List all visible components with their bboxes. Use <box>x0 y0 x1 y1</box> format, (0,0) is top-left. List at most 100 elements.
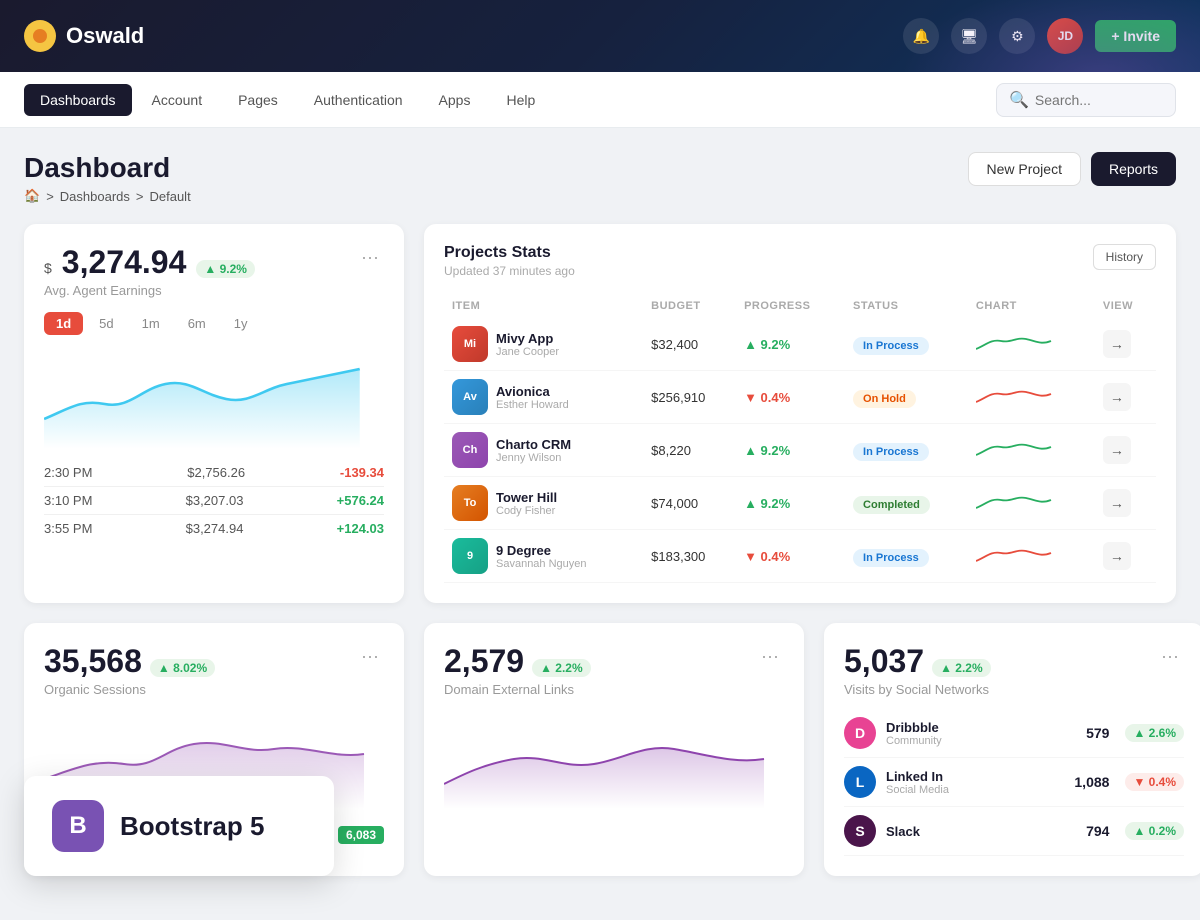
filter-1y[interactable]: 1y <box>222 312 260 335</box>
social-count-0: 579 <box>1086 725 1109 741</box>
page-title: Dashboard <box>24 152 191 184</box>
project-name-2: Charto CRM <box>496 437 571 452</box>
project-view-2[interactable]: → <box>1095 424 1156 477</box>
bootstrap-icon: B <box>52 800 104 852</box>
avatar[interactable]: JD <box>1047 18 1083 54</box>
organic-header: 35,568 ▲ 8.02% Organic Sessions ⋯ <box>44 643 384 697</box>
logo-inner-circle <box>33 29 47 43</box>
project-chart-0 <box>968 318 1095 371</box>
social-more-button[interactable]: ⋯ <box>1156 643 1184 671</box>
earnings-more-button[interactable]: ⋯ <box>356 244 384 272</box>
filter-1d[interactable]: 1d <box>44 312 83 335</box>
project-name-1: Avionica <box>496 384 569 399</box>
country-value: 6,083 <box>338 826 384 844</box>
project-arrow-3[interactable]: → <box>1103 489 1131 517</box>
col-status: STATUS <box>845 294 968 318</box>
project-arrow-4[interactable]: → <box>1103 542 1131 570</box>
time-filters: 1d 5d 1m 6m 1y <box>44 312 384 335</box>
project-arrow-2[interactable]: → <box>1103 436 1131 464</box>
project-user-2: Jenny Wilson <box>496 452 571 464</box>
social-info-2: Slack <box>886 824 1076 839</box>
organic-more-button[interactable]: ⋯ <box>356 643 384 671</box>
domain-more-button[interactable]: ⋯ <box>756 643 784 671</box>
domain-value: 2,579 <box>444 643 524 680</box>
project-name-4: 9 Degree <box>496 543 587 558</box>
nav-item-help[interactable]: Help <box>490 84 551 116</box>
filter-1m[interactable]: 1m <box>130 312 172 335</box>
social-items-list: D Dribbble Community 579 ▲ 2.6% L Linked… <box>844 709 1184 856</box>
amount-row: $ 3,274.94 ▲ 9.2% <box>44 244 255 281</box>
history-button[interactable]: History <box>1093 244 1156 270</box>
nav-item-apps[interactable]: Apps <box>423 84 487 116</box>
domain-badge: ▲ 2.2% <box>532 659 591 677</box>
logo: Oswald <box>24 20 144 52</box>
earnings-amount: 3,274.94 <box>62 244 187 281</box>
project-budget-2: $8,220 <box>643 424 736 477</box>
project-view-3[interactable]: → <box>1095 477 1156 530</box>
search-icon: 🔍 <box>1009 90 1029 110</box>
project-view-1[interactable]: → <box>1095 371 1156 424</box>
social-badge: ▲ 2.2% <box>932 659 991 677</box>
project-view-0[interactable]: → <box>1095 318 1156 371</box>
domain-card: 2,579 ▲ 2.2% Domain External Links ⋯ <box>424 623 804 876</box>
domain-header: 2,579 ▲ 2.2% Domain External Links ⋯ <box>444 643 784 697</box>
project-view-4[interactable]: → <box>1095 530 1156 583</box>
social-name-1: Linked In <box>886 769 1064 784</box>
nav-item-pages[interactable]: Pages <box>222 84 294 116</box>
reports-button[interactable]: Reports <box>1091 152 1176 186</box>
projects-card-header: Projects Stats Updated 37 minutes ago Hi… <box>444 244 1156 278</box>
earnings-chart <box>44 349 384 449</box>
filter-5d[interactable]: 5d <box>87 312 125 335</box>
project-status-3: Completed <box>845 477 968 530</box>
monitor-icon[interactable]: 🖥 <box>951 18 987 54</box>
col-progress: PROGRESS <box>736 294 845 318</box>
social-header: 5,037 ▲ 2.2% Visits by Social Networks ⋯ <box>844 643 1184 697</box>
domain-subtitle: Domain External Links <box>444 682 591 697</box>
social-info-0: Dribbble Community <box>886 720 1076 747</box>
filter-6m[interactable]: 6m <box>176 312 218 335</box>
project-name-3: Tower Hill <box>496 490 557 505</box>
share-icon[interactable]: ⚙ <box>999 18 1035 54</box>
nav-item-dashboards[interactable]: Dashboards <box>24 84 132 116</box>
project-budget-1: $256,910 <box>643 371 736 424</box>
project-status-1: On Hold <box>845 371 968 424</box>
project-chart-2 <box>968 424 1095 477</box>
nav-item-account[interactable]: Account <box>136 84 219 116</box>
project-arrow-1[interactable]: → <box>1103 383 1131 411</box>
project-user-4: Savannah Nguyen <box>496 558 587 570</box>
data-row-2: 3:55 PM $3,274.94 +124.03 <box>44 515 384 542</box>
breadcrumb-default: Default <box>149 189 190 204</box>
project-progress-3: ▲ 9.2% <box>736 477 845 530</box>
project-arrow-0[interactable]: → <box>1103 330 1131 358</box>
social-badge-2: ▲ 0.2% <box>1125 822 1184 840</box>
nav-item-authentication[interactable]: Authentication <box>298 84 419 116</box>
project-chart-3 <box>968 477 1095 530</box>
project-chart-4 <box>968 530 1095 583</box>
project-status-4: In Process <box>845 530 968 583</box>
change-1: +576.24 <box>337 493 384 508</box>
change-2: +124.03 <box>337 521 384 536</box>
notification-icon[interactable]: 🔔 <box>903 18 939 54</box>
project-chart-1 <box>968 371 1095 424</box>
project-user-3: Cody Fisher <box>496 505 557 517</box>
social-item-2: S Slack 794 ▲ 0.2% <box>844 807 1184 856</box>
organic-subtitle: Organic Sessions <box>44 682 215 697</box>
organic-value: 35,568 <box>44 643 142 680</box>
project-progress-0: ▲ 9.2% <box>736 318 845 371</box>
page-header: Dashboard 🏠 > Dashboards > Default New P… <box>24 152 1176 204</box>
search-input[interactable] <box>1035 92 1163 108</box>
project-item-1: Av Avionica Esther Howard <box>444 371 643 424</box>
value-0: $2,756.26 <box>187 465 245 480</box>
project-item-3: To Tower Hill Cody Fisher <box>444 477 643 530</box>
time-0: 2:30 PM <box>44 465 92 480</box>
breadcrumb-separator2: > <box>136 189 144 204</box>
social-info-1: Linked In Social Media <box>886 769 1064 796</box>
time-2: 3:55 PM <box>44 521 92 536</box>
invite-button[interactable]: + Invite <box>1095 20 1176 52</box>
social-count-1: 1,088 <box>1074 774 1109 790</box>
project-row-4: 9 9 Degree Savannah Nguyen $183,300 ▼ 0.… <box>444 530 1156 583</box>
new-project-button[interactable]: New Project <box>968 152 1081 186</box>
social-badge-1: ▼ 0.4% <box>1125 773 1184 791</box>
breadcrumb: 🏠 > Dashboards > Default <box>24 188 191 204</box>
breadcrumb-separator: > <box>46 189 54 204</box>
